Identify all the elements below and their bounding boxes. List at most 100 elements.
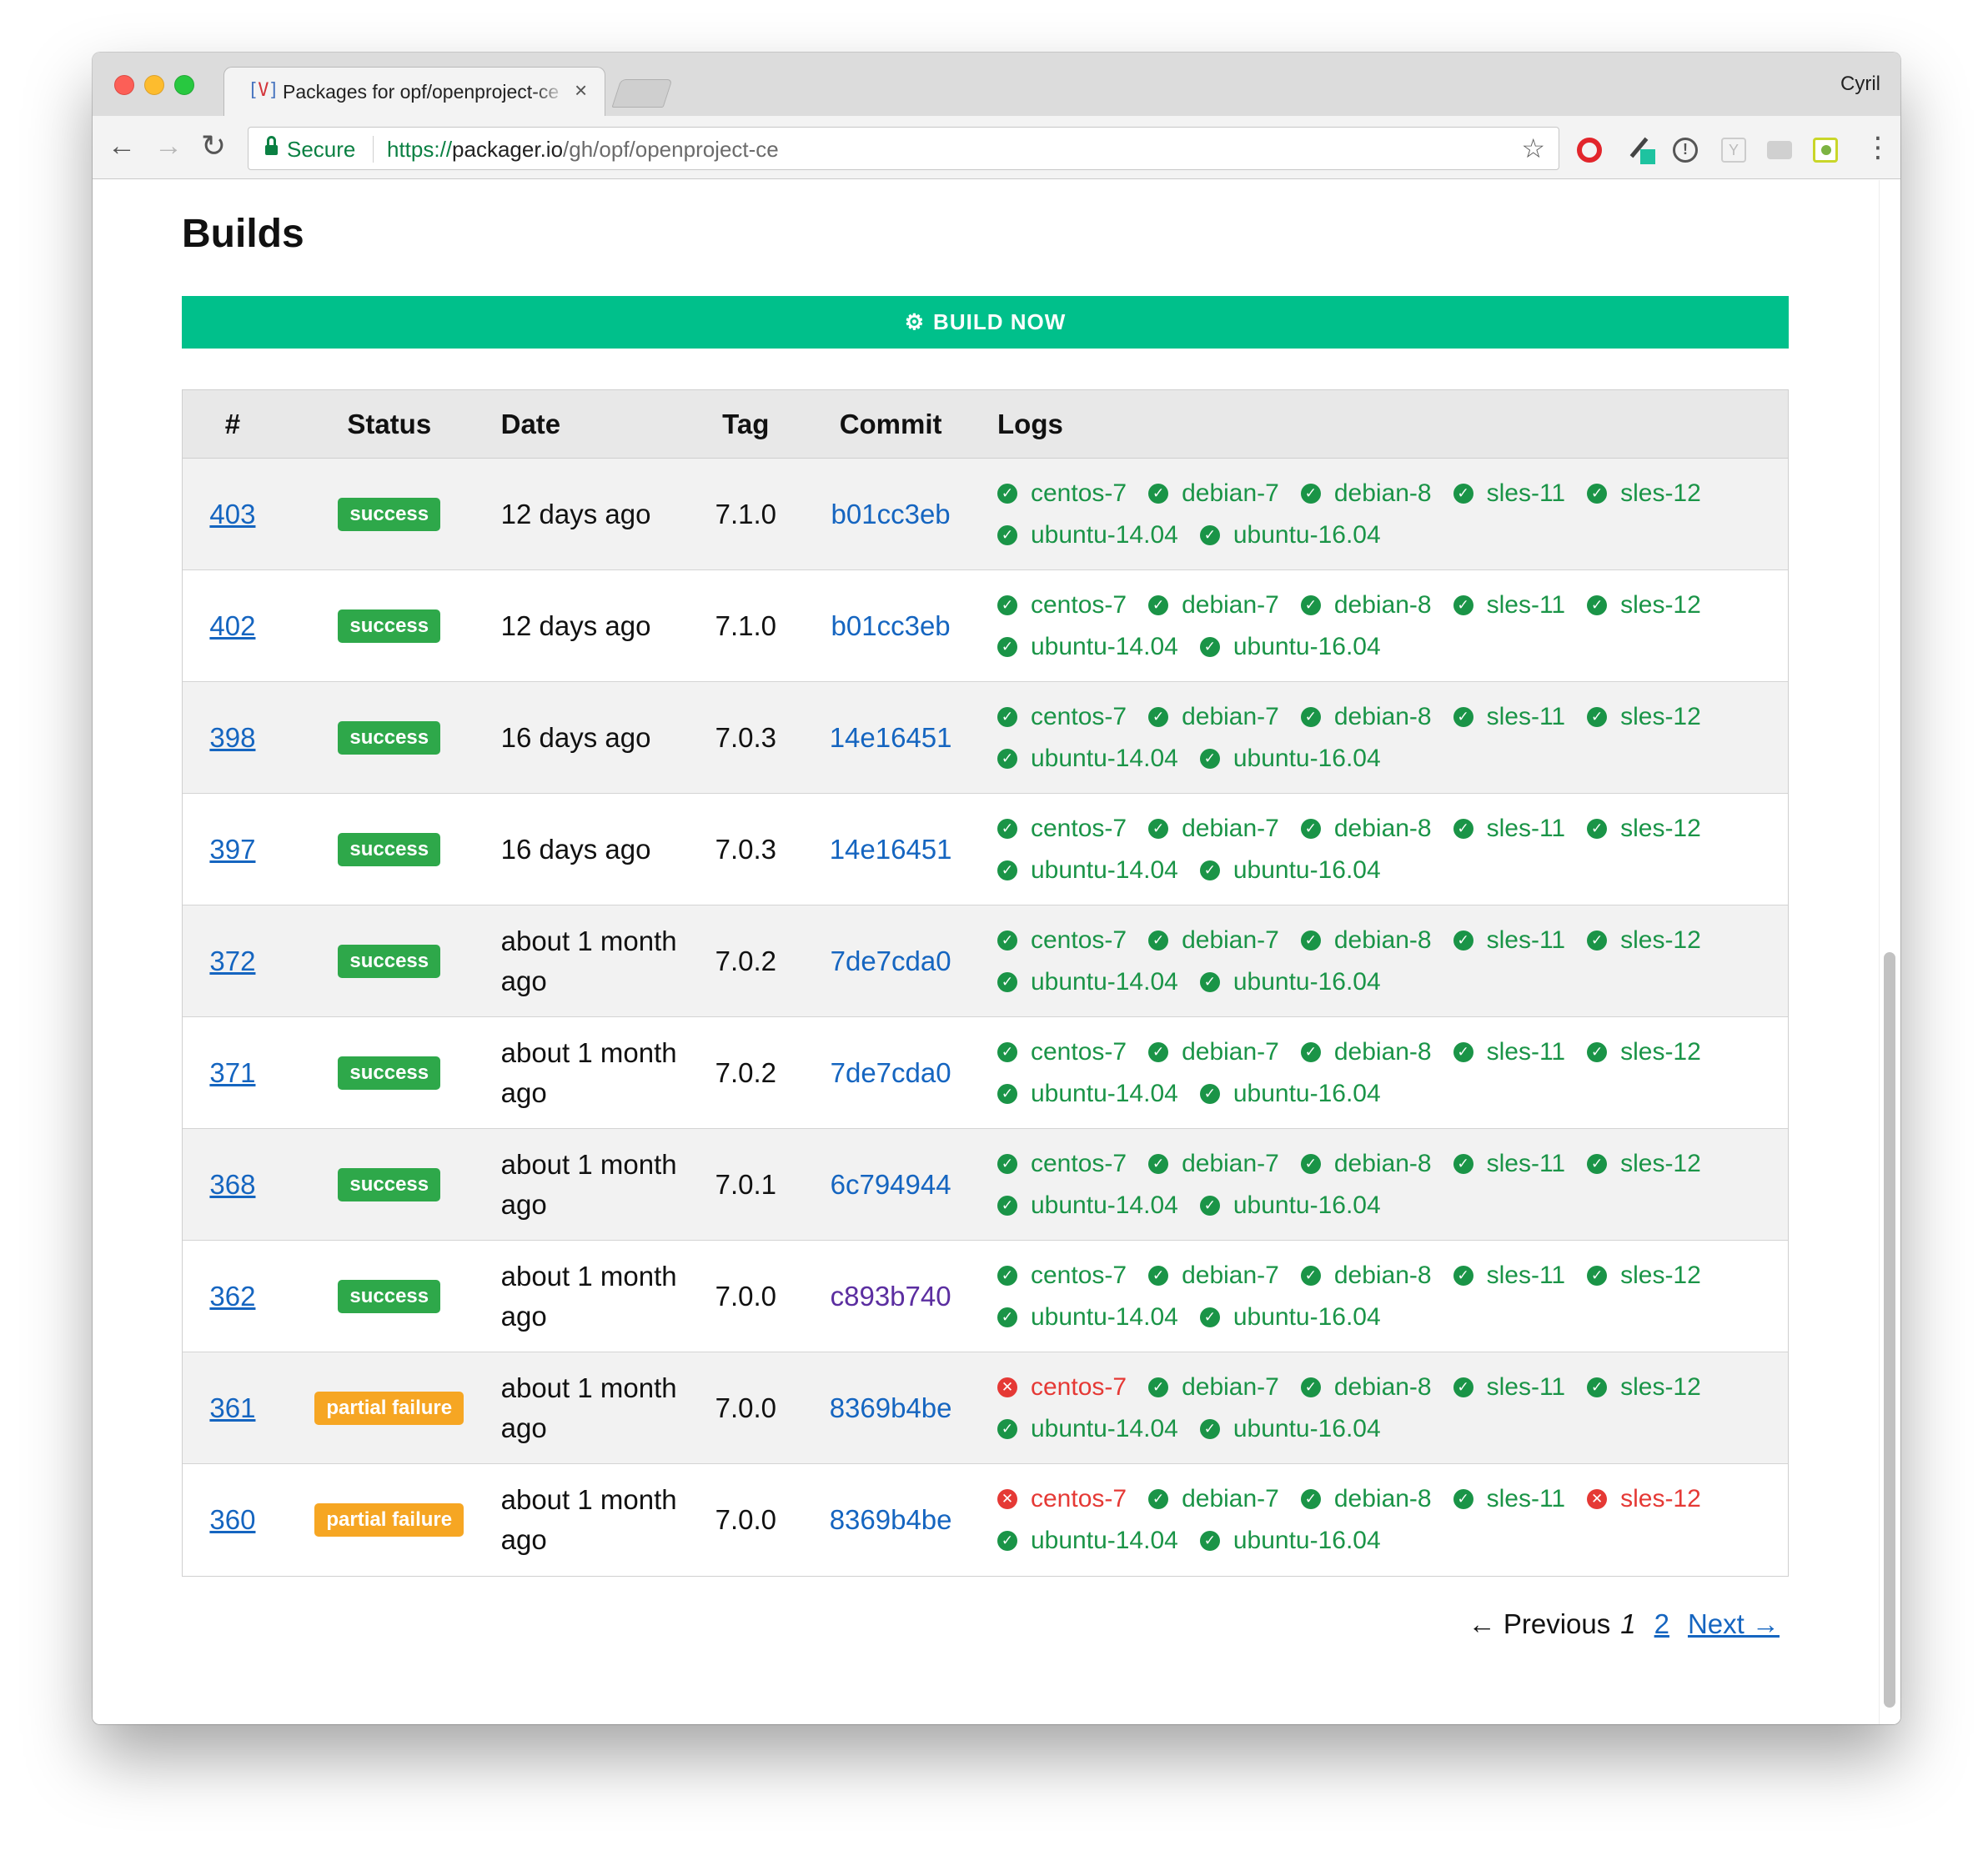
log-link[interactable]: ✓ debian-8 — [1300, 811, 1432, 846]
log-link[interactable]: ✓ sles-12 — [1587, 1035, 1701, 1070]
log-link[interactable]: ✓ debian-7 — [1148, 1482, 1279, 1517]
build-number-link[interactable]: 360 — [209, 1504, 255, 1536]
back-arrow-icon[interactable]: ← — [108, 128, 136, 164]
log-link[interactable]: ✓ ubuntu-16.04 — [1199, 965, 1381, 1000]
build-number-link[interactable]: 397 — [209, 834, 255, 865]
log-link[interactable]: ✓ debian-7 — [1148, 923, 1279, 958]
camera-extension-icon[interactable] — [1813, 138, 1838, 163]
build-number-link[interactable]: 402 — [209, 610, 255, 642]
log-link[interactable]: ✓ ubuntu-14.04 — [997, 1300, 1178, 1335]
log-link[interactable]: ✓ centos-7 — [997, 700, 1127, 735]
scrollbar-thumb[interactable] — [1884, 952, 1895, 1708]
bookmark-star-icon[interactable]: ☆ — [1521, 133, 1545, 164]
log-link[interactable]: ✓ ubuntu-14.04 — [997, 1412, 1178, 1447]
commit-link[interactable]: 7de7cda0 — [831, 1057, 951, 1089]
commit-link[interactable]: 8369b4be — [830, 1504, 952, 1536]
log-link[interactable]: ✓ sles-11 — [1453, 700, 1565, 735]
commit-link[interactable]: 6c794944 — [831, 1169, 951, 1201]
log-link[interactable]: ✓ sles-11 — [1453, 476, 1565, 511]
log-link[interactable]: ✓ ubuntu-16.04 — [1199, 630, 1381, 665]
tab-close-icon[interactable]: × — [575, 78, 587, 103]
log-link[interactable]: ✓ centos-7 — [997, 1035, 1127, 1070]
build-number-link[interactable]: 398 — [209, 722, 255, 754]
log-link[interactable]: ✓ debian-8 — [1300, 476, 1432, 511]
log-link[interactable]: ✓ ubuntu-16.04 — [1199, 1523, 1381, 1558]
alert-extension-icon[interactable]: ! — [1673, 138, 1698, 163]
build-number-link[interactable]: 361 — [209, 1392, 255, 1424]
log-link[interactable]: ✓ sles-12 — [1587, 923, 1701, 958]
reload-icon[interactable]: ↻ — [201, 128, 226, 164]
new-tab-button[interactable] — [611, 79, 673, 108]
log-link[interactable]: ✓ sles-12 — [1587, 700, 1701, 735]
build-number-link[interactable]: 371 — [209, 1057, 255, 1089]
log-link[interactable]: ✓ ubuntu-14.04 — [997, 1523, 1178, 1558]
commit-link[interactable]: 7de7cda0 — [831, 946, 951, 977]
log-link[interactable]: ✓ sles-12 — [1587, 1370, 1701, 1405]
log-link[interactable]: ✓ sles-12 — [1587, 588, 1701, 623]
build-number-link[interactable]: 362 — [209, 1281, 255, 1312]
log-link[interactable]: ✓ ubuntu-14.04 — [997, 741, 1178, 776]
commit-link[interactable]: 8369b4be — [830, 1392, 952, 1424]
log-link[interactable]: ✓ sles-12 — [1587, 1146, 1701, 1181]
log-link[interactable]: ✓ sles-11 — [1453, 811, 1565, 846]
log-link[interactable]: ✓ ubuntu-16.04 — [1199, 1300, 1381, 1335]
log-link[interactable]: ✓ debian-8 — [1300, 1146, 1432, 1181]
log-link[interactable]: ✓ sles-12 — [1587, 811, 1701, 846]
log-link[interactable]: ✓ ubuntu-16.04 — [1199, 1188, 1381, 1223]
log-link[interactable]: ✓ centos-7 — [997, 811, 1127, 846]
commit-link[interactable]: b01cc3eb — [831, 499, 951, 530]
log-link[interactable]: ✓ debian-8 — [1300, 588, 1432, 623]
minimize-window-button[interactable] — [144, 75, 164, 95]
url-text[interactable]: https://packager.io/gh/opf/openproject-c… — [387, 137, 779, 163]
log-link[interactable]: ✓ ubuntu-14.04 — [997, 1076, 1178, 1111]
log-link[interactable]: ✓ sles-12 — [1587, 476, 1701, 511]
log-link[interactable]: ✓ sles-12 — [1587, 1258, 1701, 1293]
log-link[interactable]: ✕ centos-7 — [997, 1370, 1127, 1405]
log-link[interactable]: ✓ debian-8 — [1300, 700, 1432, 735]
color-picker-extension-icon[interactable] — [1629, 137, 1655, 164]
log-link[interactable]: ✓ sles-11 — [1453, 923, 1565, 958]
log-link[interactable]: ✓ debian-7 — [1148, 1258, 1279, 1293]
log-link[interactable]: ✓ debian-7 — [1148, 588, 1279, 623]
log-link[interactable]: ✓ centos-7 — [997, 923, 1127, 958]
log-link[interactable]: ✓ debian-8 — [1300, 1482, 1432, 1517]
log-link[interactable]: ✓ ubuntu-16.04 — [1199, 853, 1381, 888]
log-link[interactable]: ✓ centos-7 — [997, 1258, 1127, 1293]
commit-link[interactable]: b01cc3eb — [831, 610, 951, 642]
log-link[interactable]: ✓ ubuntu-16.04 — [1199, 1412, 1381, 1447]
build-number-link[interactable]: 368 — [209, 1169, 255, 1201]
log-link[interactable]: ✓ debian-7 — [1148, 476, 1279, 511]
address-bar[interactable]: Secure https://packager.io/gh/opf/openpr… — [248, 127, 1559, 170]
zoom-window-button[interactable] — [174, 75, 194, 95]
log-link[interactable]: ✓ debian-8 — [1300, 1258, 1432, 1293]
log-link[interactable]: ✓ debian-8 — [1300, 1370, 1432, 1405]
log-link[interactable]: ✓ ubuntu-16.04 — [1199, 1076, 1381, 1111]
log-link[interactable]: ✓ ubuntu-14.04 — [997, 965, 1178, 1000]
log-link[interactable]: ✓ ubuntu-14.04 — [997, 630, 1178, 665]
log-link[interactable]: ✓ sles-11 — [1453, 588, 1565, 623]
scrollbar[interactable] — [1879, 180, 1900, 1724]
log-link[interactable]: ✓ debian-7 — [1148, 1146, 1279, 1181]
commit-link[interactable]: 14e16451 — [830, 834, 952, 865]
commit-link[interactable]: 14e16451 — [830, 722, 952, 754]
tab-packages[interactable]: [V] Packages for opf/openproject-ce × — [223, 67, 605, 116]
log-link[interactable]: ✓ debian-7 — [1148, 1035, 1279, 1070]
log-link[interactable]: ✓ centos-7 — [997, 476, 1127, 511]
log-link[interactable]: ✓ debian-7 — [1148, 811, 1279, 846]
log-link[interactable]: ✓ sles-11 — [1453, 1482, 1565, 1517]
chat-extension-icon[interactable] — [1767, 141, 1792, 159]
build-number-link[interactable]: 403 — [209, 499, 255, 530]
log-link[interactable]: ✓ ubuntu-16.04 — [1199, 741, 1381, 776]
log-link[interactable]: ✓ ubuntu-14.04 — [997, 853, 1178, 888]
y-extension-icon[interactable]: Y — [1721, 138, 1746, 163]
opera-extension-icon[interactable] — [1577, 138, 1602, 163]
profile-name[interactable]: Cyril — [1840, 73, 1880, 96]
log-link[interactable]: ✓ sles-11 — [1453, 1035, 1565, 1070]
build-number-link[interactable]: 372 — [209, 946, 255, 977]
close-window-button[interactable] — [114, 75, 134, 95]
log-link[interactable]: ✓ sles-11 — [1453, 1370, 1565, 1405]
log-link[interactable]: ✕ centos-7 — [997, 1482, 1127, 1517]
build-now-button[interactable]: ⚙ BUILD NOW — [182, 296, 1789, 349]
log-link[interactable]: ✓ centos-7 — [997, 588, 1127, 623]
log-link[interactable]: ✓ ubuntu-14.04 — [997, 1188, 1178, 1223]
